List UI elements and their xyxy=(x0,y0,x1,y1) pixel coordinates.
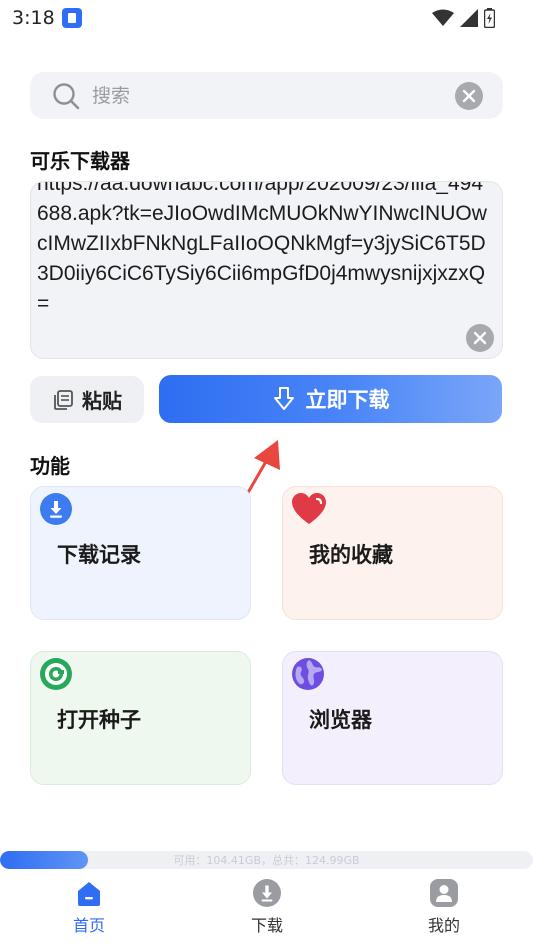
url-input[interactable]: https://aa.downabc.com/app/202009/23/lll… xyxy=(31,182,496,319)
globe-icon xyxy=(292,658,324,690)
paste-button[interactable]: 粘贴 xyxy=(30,376,144,423)
url-input-box[interactable]: https://aa.downabc.com/app/202009/23/lll… xyxy=(30,181,503,359)
search-icon xyxy=(53,83,80,110)
nav-item-home[interactable]: 首页 xyxy=(49,878,129,936)
download-arrow-icon xyxy=(273,387,294,410)
feature-card-download-history[interactable]: 下载记录 xyxy=(30,486,251,620)
download-now-button[interactable]: 立即下载 xyxy=(159,375,502,423)
search-bar[interactable] xyxy=(30,72,503,119)
paste-label: 粘贴 xyxy=(82,389,122,413)
status-bar: 3:18 xyxy=(0,0,533,36)
feature-card-label: 下载记录 xyxy=(57,543,141,567)
storage-usage-bar: 可用：104.41GB，总共：124.99GB xyxy=(0,851,533,869)
home-icon xyxy=(78,882,100,906)
battery-icon xyxy=(484,8,495,28)
nav-label-downloads: 下载 xyxy=(250,916,283,935)
status-indicators xyxy=(432,8,495,28)
storage-usage-text: 可用：104.41GB，总共：124.99GB xyxy=(173,854,360,867)
torrent-icon xyxy=(40,658,72,690)
feature-card-open-torrent[interactable]: 打开种子 xyxy=(30,651,251,785)
wifi-icon xyxy=(432,9,454,26)
feature-card-label: 浏览器 xyxy=(309,708,372,732)
search-clear-button[interactable] xyxy=(455,82,483,110)
profile-icon xyxy=(430,879,458,907)
downloader-title: 可乐下载器 xyxy=(30,149,130,173)
nav-item-profile[interactable]: 我的 xyxy=(404,878,484,936)
close-icon xyxy=(473,331,487,345)
search-input[interactable] xyxy=(92,81,462,111)
download-circle-icon xyxy=(253,879,281,907)
feature-card-favorites[interactable]: 我的收藏 xyxy=(282,486,503,620)
download-icon xyxy=(40,493,72,525)
feature-card-label: 我的收藏 xyxy=(309,543,393,567)
download-now-label: 立即下载 xyxy=(305,388,390,412)
nav-label-profile: 我的 xyxy=(427,916,460,935)
app-notification-icon xyxy=(62,8,82,28)
features-title: 功能 xyxy=(30,454,70,478)
feature-card-label: 打开种子 xyxy=(57,708,141,732)
paste-icon xyxy=(54,389,73,410)
url-clear-button[interactable] xyxy=(466,324,494,352)
heart-icon xyxy=(292,493,326,524)
bottom-navigation: 首页 下载 我的 xyxy=(0,870,533,948)
close-icon xyxy=(462,89,476,103)
nav-item-downloads[interactable]: 下载 xyxy=(227,878,307,936)
nav-label-home: 首页 xyxy=(72,916,105,935)
signal-icon xyxy=(460,9,478,27)
feature-card-browser[interactable]: 浏览器 xyxy=(282,651,503,785)
status-time: 3:18 xyxy=(12,7,55,29)
